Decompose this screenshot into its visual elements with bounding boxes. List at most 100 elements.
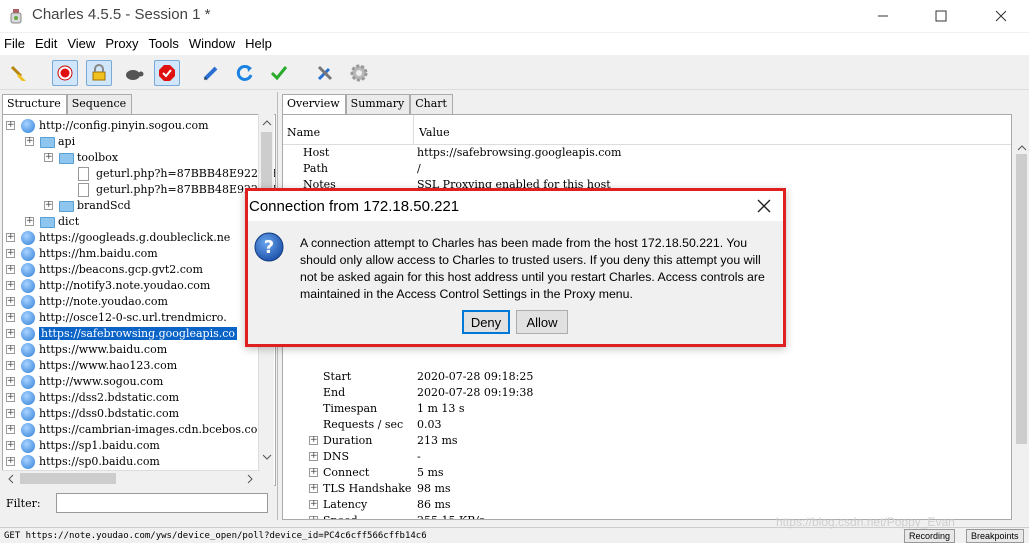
repeat-button[interactable]: [232, 60, 258, 86]
overview-row[interactable]: Requests / sec 0.03: [283, 417, 1011, 433]
menu-proxy[interactable]: Proxy: [105, 33, 144, 55]
tab-chart[interactable]: Chart: [410, 94, 453, 114]
tree-horizontal-scrollbar[interactable]: [2, 470, 260, 486]
column-value-header[interactable]: Value: [419, 126, 450, 139]
tree-item[interactable]: + http://note.youdao.com: [3, 294, 261, 310]
tree-item[interactable]: + dict: [3, 214, 261, 230]
expand-toggle-icon[interactable]: +: [6, 425, 15, 434]
expand-toggle-icon[interactable]: +: [6, 329, 15, 338]
expand-toggle-icon[interactable]: +: [6, 297, 15, 306]
tree-item[interactable]: + https://safebrowsing.googleapis.co: [3, 326, 261, 342]
expand-toggle-icon[interactable]: +: [25, 217, 34, 226]
tree-item[interactable]: + api: [3, 134, 261, 150]
expand-toggle-icon[interactable]: +: [6, 249, 15, 258]
breakpoints-status-button[interactable]: Breakpoints: [966, 529, 1024, 543]
allow-button[interactable]: Allow: [516, 310, 568, 334]
tree-item[interactable]: + https://dss2.bdstatic.com: [3, 390, 261, 406]
ssl-proxying-button[interactable]: [86, 60, 112, 86]
overview-row[interactable]: + Latency 86 ms: [283, 497, 1011, 513]
overview-row[interactable]: Host https://safebrowsing.googleapis.com: [283, 145, 1011, 161]
menu-help[interactable]: Help: [245, 33, 278, 55]
expand-toggle-icon[interactable]: +: [6, 441, 15, 450]
menu-tools[interactable]: Tools: [149, 33, 185, 55]
expand-toggle-icon[interactable]: +: [6, 393, 15, 402]
expand-toggle-icon[interactable]: +: [6, 457, 15, 466]
tree-item[interactable]: + http://notify3.note.youdao.com: [3, 278, 261, 294]
tab-sequence[interactable]: Sequence: [66, 94, 133, 114]
overview-row-name: Timespan: [323, 402, 378, 415]
tree-item[interactable]: + https://cambrian-images.cdn.bcebos.co: [3, 422, 261, 438]
expand-toggle-icon[interactable]: +: [6, 345, 15, 354]
overview-row[interactable]: + DNS -: [283, 449, 1011, 465]
minimize-button[interactable]: [860, 0, 906, 32]
tree-item[interactable]: + https://sp1.baidu.com: [3, 438, 261, 454]
expand-toggle-icon[interactable]: +: [6, 121, 15, 130]
expand-toggle-icon[interactable]: +: [309, 484, 318, 493]
throttling-button[interactable]: [120, 60, 146, 86]
menu-window[interactable]: Window: [189, 33, 241, 55]
expand-toggle-icon[interactable]: +: [309, 468, 318, 477]
tree-hscroll-thumb[interactable]: [20, 473, 116, 484]
filter-input[interactable]: [56, 493, 268, 513]
overview-row-value: 98 ms: [417, 482, 451, 495]
tree-item[interactable]: + http://www.sogou.com: [3, 374, 261, 390]
expand-toggle-icon[interactable]: +: [6, 281, 15, 290]
compose-button[interactable]: [198, 60, 224, 86]
tab-structure[interactable]: Structure: [2, 94, 67, 114]
menu-edit[interactable]: Edit: [35, 33, 63, 55]
tree-item[interactable]: + https://www.hao123.com: [3, 358, 261, 374]
deny-button[interactable]: Deny: [462, 310, 510, 334]
menu-view[interactable]: View: [67, 33, 101, 55]
expand-toggle-icon[interactable]: +: [309, 436, 318, 445]
tree-item[interactable]: + toolbox: [3, 150, 261, 166]
expand-toggle-icon[interactable]: +: [309, 500, 318, 509]
expand-toggle-icon[interactable]: +: [309, 516, 318, 519]
clear-session-button[interactable]: [6, 60, 32, 86]
expand-toggle-icon[interactable]: +: [6, 233, 15, 242]
close-window-button[interactable]: [978, 0, 1024, 32]
tree-item[interactable]: + https://sp0.baidu.com: [3, 454, 261, 470]
detail-vertical-scrollbar[interactable]: [1014, 114, 1029, 520]
breakpoints-button[interactable]: [154, 60, 180, 86]
dialog-close-icon[interactable]: [754, 196, 774, 216]
tools-button[interactable]: [312, 60, 338, 86]
tree-item[interactable]: + https://hm.baidu.com: [3, 246, 261, 262]
expand-toggle-icon[interactable]: +: [6, 377, 15, 386]
overview-row[interactable]: Start 2020-07-28 09:18:25: [283, 369, 1011, 385]
validate-button[interactable]: [266, 60, 292, 86]
detail-scroll-thumb[interactable]: [1016, 154, 1027, 444]
tab-summary[interactable]: Summary: [345, 94, 411, 114]
expand-toggle-icon[interactable]: +: [6, 265, 15, 274]
recording-status-button[interactable]: Recording: [904, 529, 956, 543]
tree-item[interactable]: + https://googleads.g.doubleclick.ne: [3, 230, 261, 246]
column-divider[interactable]: [413, 115, 414, 145]
tree-item[interactable]: + http://osce12-0-sc.url.trendmicro.: [3, 310, 261, 326]
tree-item[interactable]: + https://www.baidu.com: [3, 342, 261, 358]
maximize-button[interactable]: [918, 0, 964, 32]
overview-row[interactable]: + Connect 5 ms: [283, 465, 1011, 481]
overview-row[interactable]: Path /: [283, 161, 1011, 177]
expand-toggle-icon[interactable]: +: [25, 137, 34, 146]
expand-toggle-icon[interactable]: +: [44, 201, 53, 210]
settings-button[interactable]: [346, 60, 372, 86]
tree-item[interactable]: + https://dss0.bdstatic.com: [3, 406, 261, 422]
record-button[interactable]: [52, 60, 78, 86]
expand-toggle-icon[interactable]: +: [44, 153, 53, 162]
expand-toggle-icon[interactable]: +: [309, 452, 318, 461]
expand-toggle-icon[interactable]: +: [6, 313, 15, 322]
tree-item[interactable]: + https://beacons.gcp.gvt2.com: [3, 262, 261, 278]
tree-item[interactable]: geturl.php?h=87BBB48E92275E: [3, 182, 275, 198]
tree-item[interactable]: + http://config.pinyin.sogou.com: [3, 118, 261, 134]
tree-item[interactable]: geturl.php?h=87BBB48E92275E: [3, 166, 275, 182]
expand-toggle-icon[interactable]: +: [6, 361, 15, 370]
overview-row[interactable]: + TLS Handshake 98 ms: [283, 481, 1011, 497]
expand-toggle-icon[interactable]: +: [6, 409, 15, 418]
tree-item[interactable]: + brandScd: [3, 198, 261, 214]
menu-file[interactable]: File: [4, 33, 31, 55]
tab-overview[interactable]: Overview: [282, 94, 346, 114]
column-name-header[interactable]: Name: [287, 126, 320, 139]
overview-row[interactable]: + Duration 213 ms: [283, 433, 1011, 449]
overview-row[interactable]: Timespan 1 m 13 s: [283, 401, 1011, 417]
overview-row[interactable]: End 2020-07-28 09:19:38: [283, 385, 1011, 401]
host-globe-icon: [21, 375, 35, 389]
